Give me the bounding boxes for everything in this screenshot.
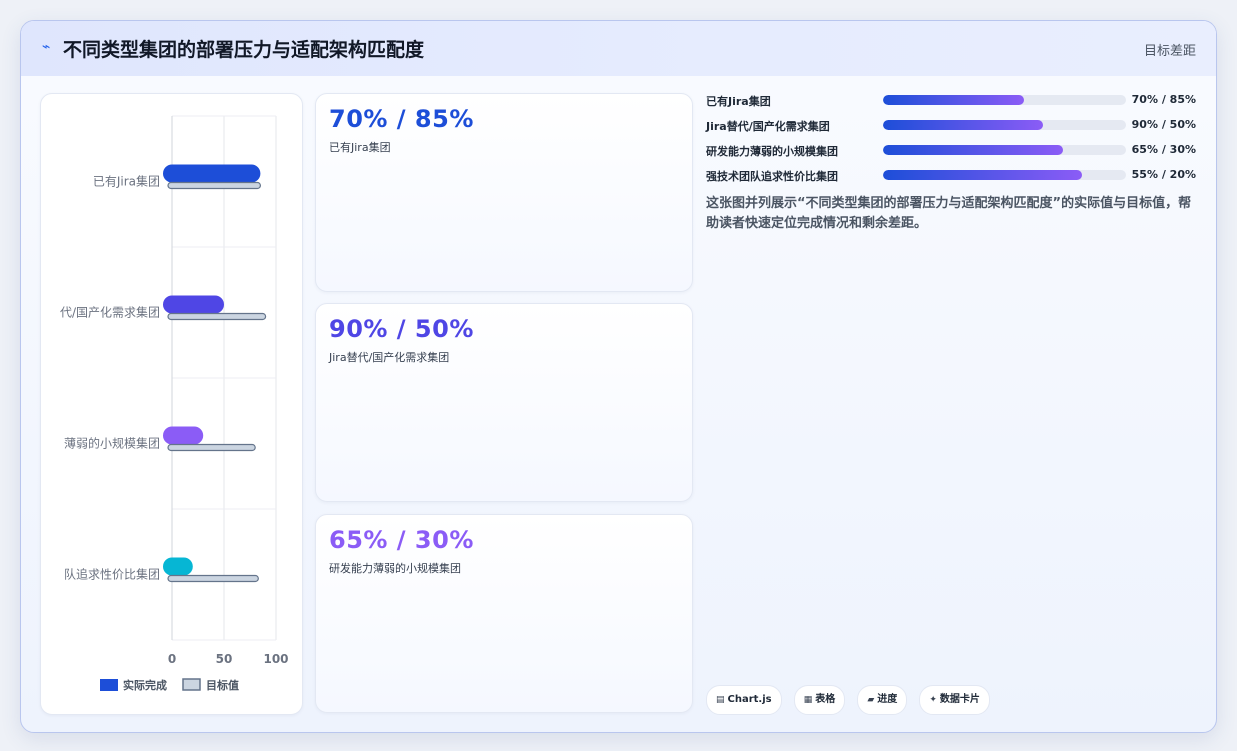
progress-label: 已有Jira集团 [706, 95, 771, 108]
target-bar [167, 574, 259, 583]
bar-chart: 已有Jira集团代/国产化需求集团薄弱的小规模集团队追求性价比集团 0 50 100 实… [60, 115, 289, 692]
legend-label: 目标值 [206, 678, 239, 692]
progress-value: 55% / 20% [1131, 168, 1196, 181]
page-title: 不同类型集团的部署压力与适配架构匹配度 [63, 39, 425, 61]
x-tick-label: 50 [216, 652, 233, 666]
y-tick-label: 队追求性价比集团 [64, 567, 160, 582]
progress-fill [883, 95, 1024, 105]
legend-swatch-target [182, 678, 201, 691]
progress-list: 已有Jira集团 70% / 85% Jira替代/国产化需求集团 90% / … [706, 93, 1196, 193]
progress-value: 70% / 85% [1131, 93, 1196, 106]
kpi-value: 65% / 30% [329, 526, 474, 554]
tag-label: Chart.js [727, 694, 772, 705]
kpi-label: Jira替代/国产化需求集团 [329, 351, 450, 364]
progress-row: Jira替代/国产化需求集团 90% / 50% [706, 118, 1196, 143]
progress-fill [883, 170, 1083, 180]
progress-fill [883, 145, 1063, 155]
progress-row: 研发能力薄弱的小规模集团 65% / 30% [706, 143, 1196, 168]
progress-label: 研发能力薄弱的小规模集团 [706, 145, 838, 158]
x-tick-label: 100 [263, 652, 288, 666]
progress-label: Jira替代/国产化需求集团 [706, 120, 830, 133]
progress-row: 强技术团队追求性价比集团 55% / 20% [706, 168, 1196, 193]
tag-data-cards[interactable]: ✦ 数据卡片 [919, 685, 990, 715]
progress-track [883, 170, 1126, 180]
bar-chart-card: 已有Jira集团代/国产化需求集团 薄弱的小规模集团 队追求性价比集团 0 50 100 实… [40, 93, 303, 715]
kpi-label: 已有Jira集团 [329, 141, 391, 154]
kpi-card: 90% / 50% Jira替代/国产化需求集团 [315, 303, 693, 502]
legend-label: 实际完成 [123, 678, 167, 692]
actual-bar [163, 164, 261, 183]
target-bar [167, 443, 256, 452]
progress-icon: ▰ [867, 695, 875, 705]
actual-bar [163, 557, 193, 576]
kpi-card: 70% / 85% 已有Jira集团 [315, 93, 693, 292]
sparkle-icon: ✦ [929, 695, 937, 705]
dashboard-frame: ⌁ 不同类型集团的部署压力与适配架构匹配度 目标差距 已有Jira集团代/国产化… [20, 20, 1217, 733]
progress-track [883, 95, 1126, 105]
progress-track [883, 145, 1126, 155]
progress-row: 已有Jira集团 70% / 85% [706, 93, 1196, 118]
tag-progress[interactable]: ▰ 进度 [857, 685, 908, 715]
kpi-value: 90% / 50% [329, 315, 474, 343]
progress-fill [883, 120, 1044, 130]
tag-chartjs[interactable]: ▤ Chart.js [706, 685, 782, 715]
tag-label: 表格 [815, 694, 836, 705]
tag-label: 进度 [877, 694, 898, 705]
table-icon: ▦ [803, 695, 813, 705]
chart-description: 这张图并列展示“不同类型集团的部署压力与适配架构匹配度”的实际值与目标值，帮助读… [706, 196, 1192, 231]
progress-value: 90% / 50% [1131, 118, 1196, 131]
y-tick-label: 代/国产化需求集团 [60, 305, 160, 320]
chart-icon: ▤ [716, 695, 725, 705]
tag-label: 数据卡片 [939, 694, 980, 705]
progress-value: 65% / 30% [1131, 143, 1196, 156]
progress-label: 强技术团队追求性价比集团 [706, 170, 838, 183]
tag-table[interactable]: ▦ 表格 [793, 685, 846, 715]
trend-line-icon: ⌁ [42, 39, 51, 55]
y-tick-label: 薄弱的小规模集团 [64, 436, 160, 451]
tag-list: ▤ Chart.js ▦ 表格 ▰ 进度 ✦ 数据卡片 [706, 685, 997, 715]
kpi-card: 65% / 30% 研发能力薄弱的小规模集团 [315, 514, 693, 713]
header-bar: ⌁ 不同类型集团的部署压力与适配架构匹配度 目标差距 [21, 21, 1216, 76]
kpi-label: 研发能力薄弱的小规模集团 [329, 562, 461, 575]
x-tick-label: 0 [168, 652, 176, 666]
progress-track [883, 120, 1126, 130]
target-bar [167, 181, 262, 190]
actual-bar [163, 426, 204, 445]
kpi-value: 70% / 85% [329, 105, 474, 133]
gap-badge: 目标差距 [1143, 44, 1196, 59]
legend-swatch-actual [100, 679, 118, 691]
actual-bar [163, 295, 224, 314]
target-bar [167, 312, 267, 321]
y-tick-label: 已有Jira集团 [93, 174, 160, 189]
